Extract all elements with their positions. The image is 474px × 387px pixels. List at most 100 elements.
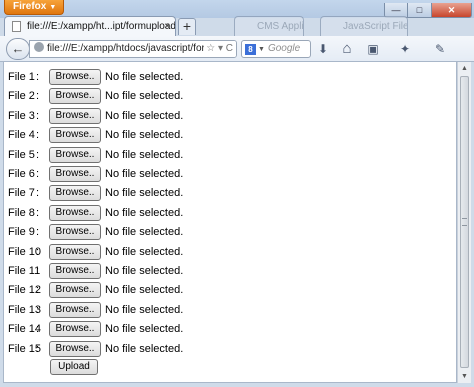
no-file-selected-text: No file selected. (105, 323, 184, 336)
file-label: File 1 (8, 71, 35, 83)
browse-button[interactable]: Browse.. (49, 204, 101, 221)
download-icon[interactable]: ⬇ (316, 41, 330, 57)
tab-cms-application[interactable]: CMS Application (234, 16, 304, 36)
tab-title: CMS Application (257, 21, 304, 32)
search-box[interactable]: 8 ▼ Google (241, 40, 311, 58)
browse-button[interactable]: Browse.. (49, 340, 101, 357)
file-row: File 5: Browse.. No file selected. (8, 146, 184, 164)
file-row: File 11: Browse.. No file selected. (8, 263, 183, 280)
label-colon: : (36, 129, 40, 142)
no-file-selected-text: No file selected. (105, 187, 184, 200)
new-tab-button[interactable]: + (178, 18, 196, 35)
file-label: File 2 (8, 90, 35, 103)
file-label: File 13 (8, 303, 42, 316)
label-colon: : (36, 206, 40, 219)
no-file-selected-text: No file selected. (105, 90, 184, 103)
no-file-selected-text: No file selected. (105, 303, 184, 316)
browse-button[interactable]: Browse.. (49, 127, 101, 144)
scroll-up-icon[interactable]: ▲ (460, 65, 469, 72)
tab-strip: file:///E:/xampp/ht...ipt/formupload.htm… (0, 14, 474, 36)
label-colon: : (36, 90, 40, 103)
label-colon: : (36, 245, 40, 258)
browse-button[interactable]: Browse.. (49, 88, 101, 105)
vertical-scrollbar[interactable]: ▲ ▼ (457, 62, 471, 383)
no-file-selected-text: No file selected. (105, 148, 184, 161)
label-colon: : (36, 265, 40, 277)
close-tab-icon[interactable]: × (164, 17, 170, 36)
addon-icon[interactable]: ✦ (398, 41, 412, 57)
no-file-selected-text: No file selected. (105, 284, 184, 297)
browse-button[interactable]: Browse.. (49, 166, 101, 182)
browse-button[interactable]: Browse.. (49, 321, 101, 338)
label-colon: : (36, 323, 40, 336)
browse-button[interactable]: Browse.. (49, 185, 101, 202)
label-colon: : (36, 303, 40, 316)
file-row: File 15: Browse.. No file selected. (8, 340, 184, 358)
home-icon[interactable]: ⌂ (340, 41, 354, 57)
app-menu-label: Firefox (13, 1, 47, 12)
no-file-selected-text: No file selected. (105, 265, 184, 277)
scrollbar-thumb[interactable] (460, 76, 469, 368)
file-row: File 14: Browse.. No file selected. (8, 321, 183, 338)
file-label: File 9 (8, 226, 35, 239)
browse-button[interactable]: Browse.. (49, 301, 101, 318)
browse-button[interactable]: Browse.. (49, 263, 101, 279)
search-engine-icon[interactable]: 8 (245, 44, 256, 55)
file-row: File 8: Browse.. No file selected. (8, 204, 184, 222)
label-colon: : (36, 148, 40, 161)
file-row: File 9: Browse.. No file selected. (8, 224, 183, 241)
file-row: File 10: Browse.. No file selected. (8, 243, 184, 261)
label-colon: : (36, 109, 40, 122)
back-button[interactable]: ← (6, 38, 30, 60)
file-row: File 7: Browse.. No file selected. (8, 185, 183, 202)
file-label: File 11 (8, 265, 41, 277)
label-colon: : (36, 226, 40, 239)
no-file-selected-text: No file selected. (105, 226, 184, 239)
bookmarks-icon[interactable]: ▣ (364, 41, 382, 57)
file-label: File 4 (8, 129, 35, 142)
firefox-menu-button[interactable]: Firefox ▼ (4, 0, 64, 15)
browse-button[interactable]: Browse.. (49, 107, 101, 124)
no-file-selected-text: No file selected. (105, 245, 184, 258)
tab-title: JavaScript File Uplo (343, 21, 408, 32)
label-colon: : (36, 71, 40, 83)
label-colon: : (36, 168, 40, 180)
file-label: File 3 (8, 109, 35, 122)
chevron-down-icon: ▼ (49, 4, 57, 11)
navigation-bar: ← file:///E:/xampp/htdocs/javascript/for… (0, 36, 474, 62)
grip-icon (462, 218, 467, 226)
label-colon: : (36, 284, 40, 297)
file-row: File 12: Browse.. No file selected. (8, 282, 183, 299)
label-colon: : (36, 342, 40, 355)
no-file-selected-text: No file selected. (105, 206, 184, 219)
url-text: file:///E:/xampp/htdocs/javascript/form (47, 43, 214, 54)
browse-button[interactable]: Browse.. (49, 146, 101, 163)
file-row: File 6: Browse.. No file selected. (8, 166, 183, 183)
file-row: File 4: Browse.. No file selected. (8, 127, 183, 144)
no-file-selected-text: No file selected. (105, 71, 184, 83)
tools-icon[interactable]: ✎ (433, 41, 447, 57)
file-row: File 13: Browse.. No file selected. (8, 301, 184, 319)
no-file-selected-text: No file selected. (105, 109, 184, 122)
file-label: File 5 (8, 148, 35, 161)
url-bar[interactable]: file:///E:/xampp/htdocs/javascript/form … (29, 40, 237, 58)
no-file-selected-text: No file selected. (105, 342, 184, 355)
tab-javascript-file-upload[interactable]: JavaScript File Uplo (320, 16, 408, 36)
file-label: File 7 (8, 187, 35, 200)
globe-icon (34, 42, 44, 52)
scroll-down-icon[interactable]: ▼ (460, 373, 469, 380)
browse-button[interactable]: Browse.. (49, 243, 101, 260)
no-file-selected-text: No file selected. (105, 129, 184, 142)
url-bar-actions[interactable]: ☆ ▾ C (204, 41, 236, 57)
chevron-down-icon[interactable]: ▼ (258, 46, 265, 53)
browse-button[interactable]: Browse.. (49, 224, 101, 241)
window-controls: — □ ✕ (384, 0, 472, 18)
browse-button[interactable]: Browse.. (49, 69, 101, 85)
tab-formupload[interactable]: file:///E:/xampp/ht...ipt/formupload.htm… (4, 16, 176, 36)
search-placeholder: Google (267, 43, 301, 54)
upload-button[interactable]: Upload (50, 359, 98, 375)
page-icon (12, 21, 21, 32)
file-label: File 12 (8, 284, 42, 297)
file-row: File 2: Browse.. No file selected. (8, 88, 183, 105)
browse-button[interactable]: Browse.. (49, 282, 101, 299)
